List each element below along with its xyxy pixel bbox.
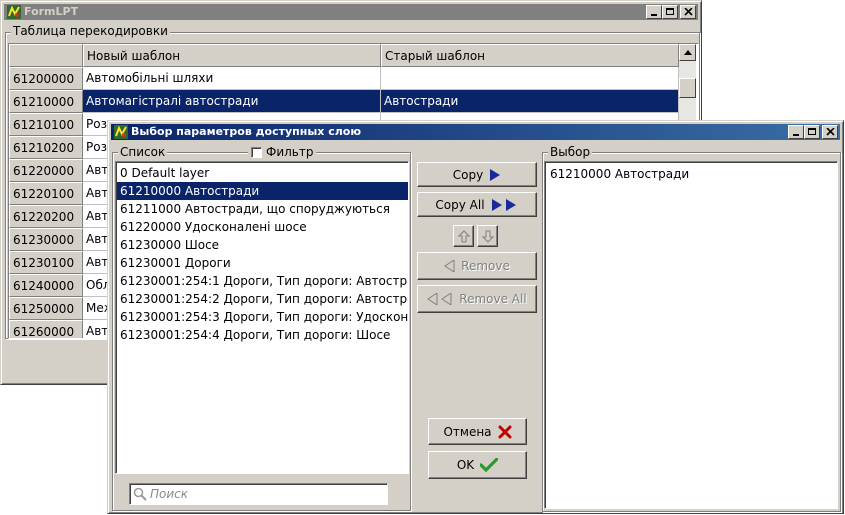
selection-item[interactable]: 61210000 Автостради bbox=[547, 165, 835, 183]
old-template-cell[interactable]: Автостради bbox=[381, 90, 679, 113]
close-button[interactable] bbox=[822, 125, 838, 139]
list-item[interactable]: 61230000 Шосе bbox=[117, 236, 408, 254]
list-item[interactable]: 61210000 Автостради bbox=[117, 182, 408, 200]
remove-all-label: Remove All bbox=[459, 292, 527, 306]
filter-label: Фильтр bbox=[266, 145, 314, 159]
remove-button[interactable]: Remove bbox=[417, 252, 537, 280]
old-template-cell[interactable] bbox=[381, 67, 679, 90]
scroll-up-button[interactable] bbox=[679, 44, 696, 61]
ok-label: OK bbox=[456, 458, 475, 472]
arrow-up-icon bbox=[457, 229, 470, 242]
list-item[interactable]: 61230001:254:3 Дороги, Тип дороги: Удоск… bbox=[117, 308, 408, 326]
copy-all-label: Copy All bbox=[435, 197, 485, 212]
search-icon bbox=[133, 487, 147, 501]
row-code-cell[interactable]: 61210000 bbox=[9, 90, 83, 113]
row-code-cell[interactable]: 61240000 bbox=[9, 274, 83, 297]
search-placeholder: Поиск bbox=[150, 487, 189, 501]
row-code-cell[interactable]: 61230100 bbox=[9, 251, 83, 274]
row-code-cell[interactable]: 61220200 bbox=[9, 205, 83, 228]
green-check-icon bbox=[480, 458, 499, 472]
list-item[interactable]: 61220000 Удосконалені шосе bbox=[117, 218, 408, 236]
copy-button[interactable]: Copy bbox=[417, 162, 537, 187]
red-x-icon bbox=[498, 425, 512, 438]
play-arrow-icon bbox=[490, 168, 501, 181]
close-icon bbox=[826, 128, 835, 136]
search-input[interactable]: Поиск bbox=[129, 483, 388, 505]
list-item[interactable]: 0 Default layer bbox=[117, 164, 408, 182]
cancel-button[interactable]: Отмена bbox=[428, 418, 527, 445]
dialog-title: Выбор параметров доступных слою bbox=[131, 125, 362, 138]
ok-button[interactable]: OK bbox=[428, 451, 527, 479]
row-code-cell[interactable]: 61210200 bbox=[9, 136, 83, 159]
list-item[interactable]: 61230001:254:4 Дороги, Тип дороги: Шосе bbox=[117, 326, 408, 344]
dialog-titlebar[interactable]: Выбор параметров доступных слою bbox=[111, 124, 840, 140]
row-code-cell[interactable]: 61210100 bbox=[9, 113, 83, 136]
filter-checkbox-box[interactable] bbox=[251, 146, 262, 158]
up-arrow-icon bbox=[684, 50, 692, 55]
new-template-cell[interactable]: Автомобільні шляхи bbox=[83, 67, 381, 90]
filter-checkbox[interactable]: Фильтр bbox=[248, 145, 317, 159]
row-code-cell[interactable]: 61220000 bbox=[9, 159, 83, 182]
copy-label: Copy bbox=[452, 167, 484, 182]
move-up-button[interactable] bbox=[453, 225, 474, 247]
arrow-down-icon bbox=[481, 230, 494, 243]
column-header[interactable]: Старый шаблон bbox=[381, 44, 679, 67]
list-item[interactable]: 61230001:254:2 Дороги, Тип дороги: Автос… bbox=[117, 290, 408, 308]
remove-all-button[interactable]: Remove All bbox=[417, 285, 537, 313]
close-button[interactable] bbox=[680, 5, 696, 19]
app-icon bbox=[114, 125, 128, 139]
row-code-cell[interactable]: 61200000 bbox=[9, 67, 83, 90]
selection-group-label: Выбор bbox=[548, 145, 593, 159]
copy-all-button[interactable]: Copy All bbox=[417, 192, 537, 217]
move-down-button[interactable] bbox=[477, 225, 498, 247]
row-code-cell[interactable]: 61220100 bbox=[9, 182, 83, 205]
left-arrow-icon bbox=[444, 260, 455, 272]
row-code-cell[interactable]: 61260000 bbox=[9, 320, 83, 338]
maximize-button[interactable] bbox=[662, 5, 678, 19]
app-icon bbox=[7, 5, 21, 19]
minimize-button[interactable] bbox=[788, 125, 804, 139]
new-template-cell[interactable]: Автомагістралі автостради bbox=[83, 90, 381, 113]
minimize-button[interactable] bbox=[646, 5, 662, 19]
scroll-thumb[interactable] bbox=[679, 78, 696, 98]
row-code-cell[interactable]: 61250000 bbox=[9, 297, 83, 320]
list-item[interactable]: 61230001:254:1 Дороги, Тип дороги: Автос… bbox=[117, 272, 408, 290]
column-header[interactable] bbox=[9, 44, 83, 67]
cancel-label: Отмена bbox=[443, 424, 492, 439]
list-group-label: Список bbox=[118, 145, 168, 159]
available-list[interactable]: 0 Default layer 61210000 Автостради 612110… bbox=[115, 161, 409, 474]
remove-label: Remove bbox=[461, 259, 510, 273]
layer-params-dialog: Выбор параметров доступных слою Список Ф… bbox=[107, 120, 844, 514]
list-item[interactable]: 61230001 Дороги bbox=[117, 254, 408, 272]
close-icon bbox=[684, 8, 693, 16]
selection-list[interactable]: 61210000 Автостради bbox=[544, 161, 838, 509]
formlpt-titlebar[interactable]: FormLPT bbox=[4, 4, 698, 20]
maximize-button[interactable] bbox=[804, 125, 820, 139]
list-item[interactable]: 61211000 Автостради, що споруджуються bbox=[117, 200, 408, 218]
row-code-cell[interactable]: 61230000 bbox=[9, 228, 83, 251]
column-header[interactable]: Новый шаблон bbox=[83, 44, 381, 67]
double-arrow-icon bbox=[491, 198, 516, 211]
window-title: FormLPT bbox=[24, 5, 79, 18]
double-left-arrow-icon bbox=[427, 293, 452, 305]
recode-table-label: Таблица перекодировки bbox=[11, 24, 170, 38]
